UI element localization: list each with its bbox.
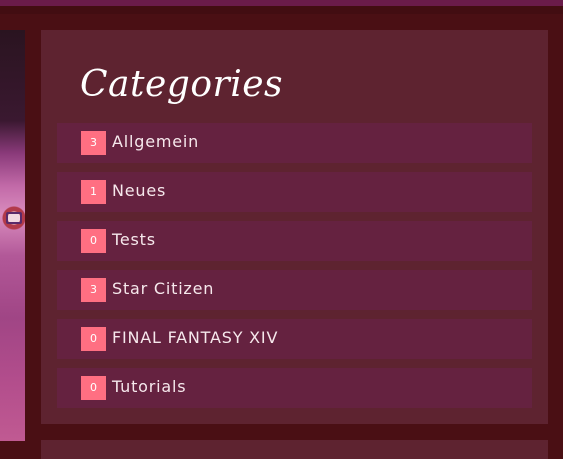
category-item-star-citizen[interactable]: 3 Star Citizen: [57, 270, 532, 310]
categories-widget: Categories 3 Allgemein 1 Neues 0 Tests 3…: [41, 30, 548, 424]
image-glasses-detail: [6, 212, 22, 224]
category-count-badge: 0: [81, 376, 106, 400]
category-item-neues[interactable]: 1 Neues: [57, 172, 532, 212]
category-count-badge: 1: [81, 180, 106, 204]
featured-image[interactable]: [0, 30, 25, 441]
category-link-neues[interactable]: Neues: [112, 181, 166, 201]
category-count-badge: 3: [81, 131, 106, 155]
category-link-final-fantasy-xiv[interactable]: FINAL FANTASY XIV: [112, 328, 278, 348]
category-link-allgemein[interactable]: Allgemein: [112, 132, 199, 152]
top-nav-shadow: [0, 6, 563, 14]
category-link-tests[interactable]: Tests: [112, 230, 156, 250]
category-link-star-citizen[interactable]: Star Citizen: [112, 279, 214, 299]
category-item-allgemein[interactable]: 3 Allgemein: [57, 123, 532, 163]
next-widget: [41, 440, 548, 459]
widget-title: Categories: [80, 64, 283, 105]
category-count-badge: 0: [81, 229, 106, 253]
category-item-final-fantasy-xiv[interactable]: 0 FINAL FANTASY XIV: [57, 319, 532, 359]
category-link-tutorials[interactable]: Tutorials: [112, 377, 186, 397]
category-count-badge: 0: [81, 327, 106, 351]
category-item-tutorials[interactable]: 0 Tutorials: [57, 368, 532, 408]
category-list: 3 Allgemein 1 Neues 0 Tests 3 Star Citiz…: [57, 123, 532, 417]
category-item-tests[interactable]: 0 Tests: [57, 221, 532, 261]
category-count-badge: 3: [81, 278, 106, 302]
